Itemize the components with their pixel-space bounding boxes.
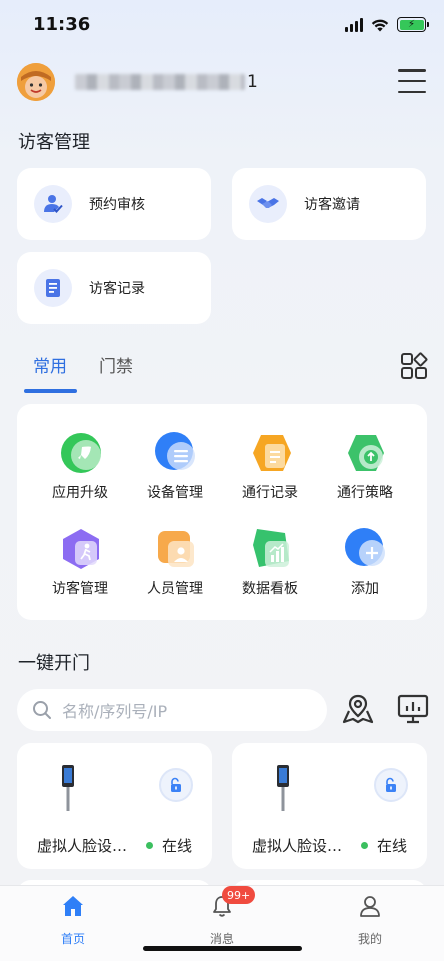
app-personnel-management-label: 人员管理	[147, 581, 203, 597]
appointment-review-card[interactable]: 预约审核	[17, 168, 211, 240]
online-dot-icon	[360, 842, 368, 849]
device-name: 虚拟人脸设…	[252, 837, 343, 855]
username: 1	[75, 72, 259, 92]
unlock-icon	[171, 777, 181, 792]
app-visitor-management[interactable]: 访客管理	[32, 527, 128, 617]
status-bar: 11:36 ⚡	[0, 0, 444, 52]
person-card-icon	[158, 531, 194, 567]
app-add[interactable]: 添加	[317, 527, 413, 617]
device-name: 虚拟人脸设…	[37, 837, 128, 855]
wifi-icon	[371, 19, 389, 31]
nav-home-label: 首页	[60, 932, 85, 946]
cellular-signal-icon	[345, 17, 363, 32]
search-placeholder: 名称/序列号/IP	[62, 702, 168, 721]
nav-profile[interactable]: 我的	[330, 894, 410, 946]
visitor-record-card[interactable]: 访客记录	[17, 252, 211, 324]
map-location-icon[interactable]	[341, 692, 375, 726]
app-pass-record[interactable]: 通行记录	[222, 431, 318, 521]
avatar[interactable]	[17, 63, 55, 101]
rocket-icon	[61, 433, 101, 473]
appointment-review-label: 预约审核	[89, 197, 145, 213]
app-personnel-management[interactable]: 人员管理	[127, 527, 223, 617]
user-icon	[360, 896, 380, 917]
record-icon	[253, 435, 291, 471]
plus-icon	[345, 528, 385, 566]
tab-bar: 常用 门禁	[0, 352, 444, 396]
search-icon	[33, 701, 51, 719]
chart-board-icon	[253, 529, 289, 567]
document-icon	[34, 269, 72, 307]
handshake-icon	[249, 185, 287, 223]
visitor-invite-label: 访客邀请	[304, 197, 360, 213]
face-terminal-icon	[62, 765, 74, 811]
battery-icon: ⚡	[397, 17, 429, 32]
username-suffix: 1	[247, 72, 259, 92]
unlock-button[interactable]	[159, 768, 193, 802]
visitor-invite-card[interactable]: 访客邀请	[232, 168, 426, 240]
app-pass-record-label: 通行记录	[242, 485, 298, 501]
avatar-face-icon	[17, 63, 55, 101]
app-upgrade[interactable]: 应用升级	[32, 431, 128, 521]
app-pass-policy[interactable]: 通行策略	[317, 431, 413, 521]
tab-access-control[interactable]: 门禁	[99, 352, 133, 377]
status-icons: ⚡	[345, 17, 429, 32]
app-header: 1	[0, 60, 444, 104]
walking-person-icon	[63, 529, 99, 569]
unlock-button[interactable]	[374, 768, 408, 802]
app-pass-policy-label: 通行策略	[337, 485, 393, 501]
message-count-badge: 99+	[222, 886, 256, 904]
app-add-label: 添加	[351, 581, 379, 597]
device-list-icon	[155, 432, 195, 470]
device-card-2[interactable]: 虚拟人脸设… 在线	[232, 743, 427, 869]
app-data-board-label: 数据看板	[242, 581, 298, 597]
unlock-icon	[386, 777, 396, 792]
one-key-open-title: 一键开门	[18, 653, 90, 674]
nav-home[interactable]: 首页	[33, 894, 113, 946]
nav-messages[interactable]: 99+ 消息	[182, 886, 262, 946]
visitor-management-title: 访客管理	[18, 132, 90, 153]
battery-charging-icon: ⚡	[399, 19, 424, 30]
tab-active-indicator	[24, 389, 77, 393]
upload-icon	[348, 435, 384, 471]
device-status: 在线	[360, 835, 407, 856]
common-apps-panel: 应用升级 设备管理 通行记录 通行策略 访客管理 人员管理 数据看板 添加	[17, 404, 427, 620]
nav-profile-label: 我的	[357, 932, 382, 946]
status-time: 11:36	[33, 14, 91, 35]
username-redacted	[75, 74, 245, 90]
home-icon	[63, 896, 83, 916]
face-terminal-icon	[277, 765, 289, 811]
device-card-1[interactable]: 虚拟人脸设… 在线	[17, 743, 212, 869]
home-indicator[interactable]	[143, 946, 302, 951]
app-visitor-management-label: 访客管理	[52, 581, 108, 597]
device-status-text: 在线	[161, 837, 192, 855]
device-search-input[interactable]: 名称/序列号/IP	[17, 689, 327, 731]
nav-messages-label: 消息	[209, 932, 234, 946]
hamburger-menu-button[interactable]	[398, 69, 426, 93]
app-device-management-label: 设备管理	[147, 485, 203, 501]
app-device-management[interactable]: 设备管理	[127, 431, 223, 521]
app-data-board[interactable]: 数据看板	[222, 527, 318, 617]
appointment-review-icon	[34, 185, 72, 223]
device-status: 在线	[145, 835, 192, 856]
visitor-record-label: 访客记录	[89, 281, 145, 297]
tab-common[interactable]: 常用	[33, 352, 67, 377]
grid-apps-icon[interactable]	[400, 352, 428, 380]
monitor-icon[interactable]	[396, 692, 430, 726]
device-status-text: 在线	[376, 837, 407, 855]
online-dot-icon	[145, 842, 153, 849]
app-upgrade-label: 应用升级	[52, 485, 108, 501]
